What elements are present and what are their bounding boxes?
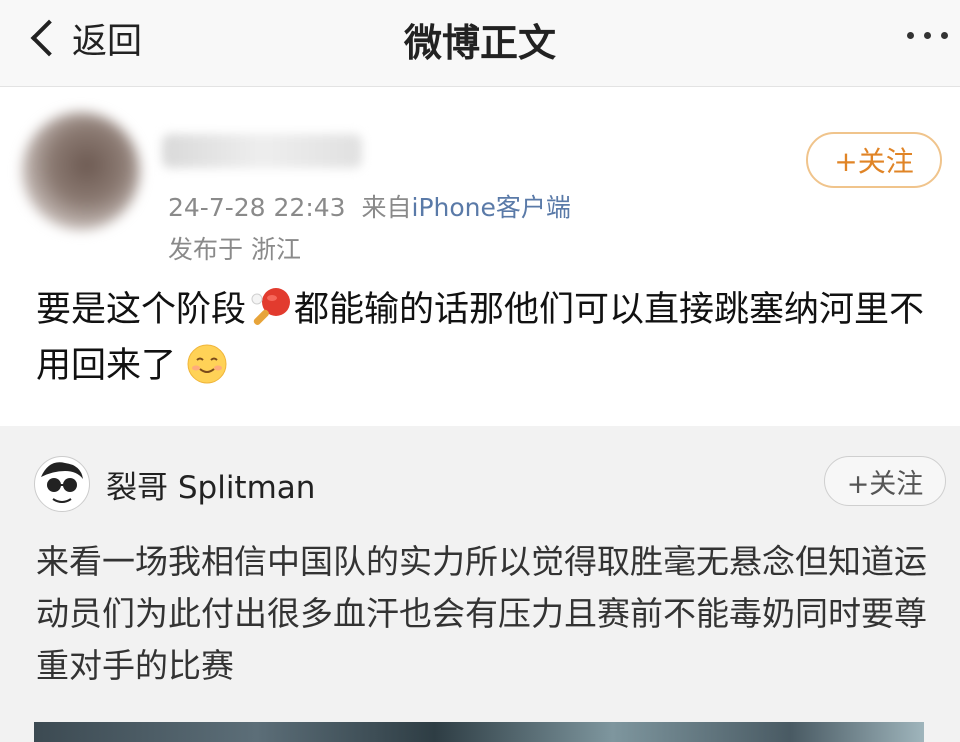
dot-icon [924,32,931,39]
more-options-button[interactable] [907,32,948,39]
post-text-part1: 要是这个阶段 [36,290,247,330]
dot-icon [907,32,914,39]
smile-icon [187,344,227,384]
post-author-header: 24-7-28 22:43 来自iPhone客户端 发布于 浙江 +关注 [22,112,942,272]
follow-button-secondary[interactable]: +关注 [824,456,946,506]
dot-icon [941,32,948,39]
cartoon-face-icon [41,462,83,503]
avatar[interactable] [22,112,140,230]
repost-author-avatar[interactable] [34,456,90,512]
post-meta: 24-7-28 22:43 来自iPhone客户端 [168,188,571,224]
post-source-link[interactable]: iPhone客户端 [412,193,571,222]
post-location: 发布于 浙江 [168,235,301,264]
repost-text: 来看一场我相信中国队的实力所以觉得取胜毫无悬念但知道运动员们为此付出很多血汗也会… [36,542,927,685]
page-title: 微博正文 [403,21,556,65]
reposted-weibo[interactable]: 裂哥 Splitman +关注 来看一场我相信中国队的实力所以觉得取胜毫无悬念但… [0,426,960,742]
post-body: 要是这个阶段 都能输的话那他们可以直接跳塞纳河里不用回来了 [36,282,926,394]
navigation-bar: 返回 微博正文 [0,0,960,87]
follow-button[interactable]: +关注 [806,132,942,188]
repost-image[interactable] [34,722,924,742]
from-prefix: 来自 [361,193,412,222]
post-timestamp: 24-7-28 22:43 [168,193,346,222]
ping-pong-icon [251,288,291,325]
repost-author-name[interactable]: 裂哥 Splitman [106,462,315,507]
author-name-blurred[interactable] [162,134,362,168]
